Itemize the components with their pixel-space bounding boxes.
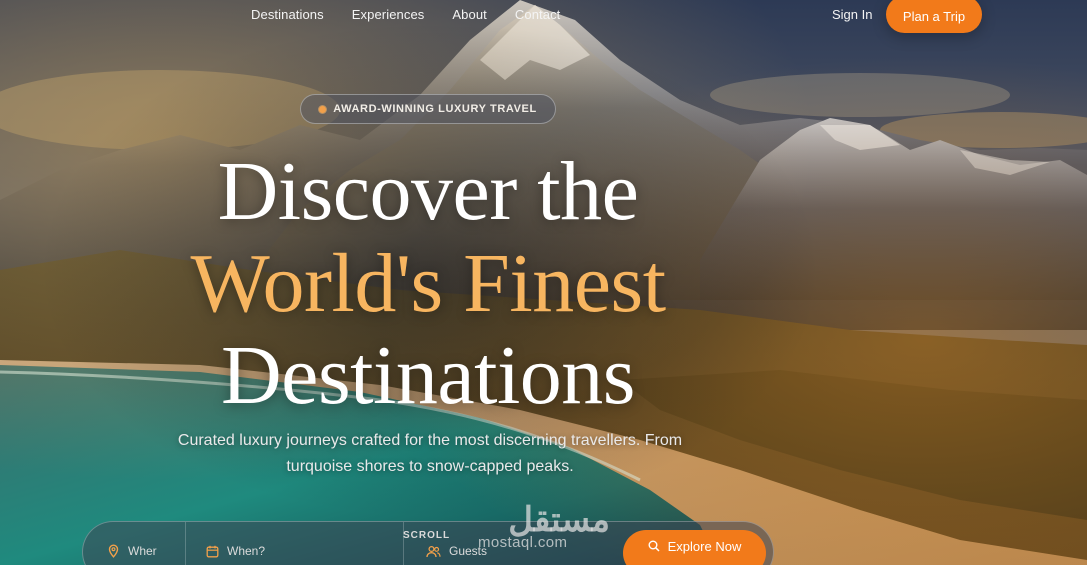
nav-link-contact[interactable]: Contact xyxy=(515,7,561,22)
search-bar: Wher When? Guests Explore Now xyxy=(82,521,774,565)
hero-subtitle: Curated luxury journeys crafted for the … xyxy=(177,432,683,475)
mostaql-watermark: مستقل mostaql.com xyxy=(476,500,616,556)
scroll-indicator[interactable]: SCROLL xyxy=(403,530,450,541)
when-placeholder: When? xyxy=(227,544,266,558)
when-field[interactable]: When? xyxy=(185,522,405,565)
where-placeholder: Wher xyxy=(128,544,157,558)
location-pin-icon xyxy=(107,544,120,558)
where-field[interactable]: Wher xyxy=(83,522,183,565)
sign-in-link[interactable]: Sign In xyxy=(832,7,872,22)
nav-links: Destinations Experiences About Contact xyxy=(251,7,560,22)
nav-link-destinations[interactable]: Destinations xyxy=(251,7,324,22)
search-icon xyxy=(648,540,660,552)
watermark-latin: mostaql.com xyxy=(478,534,568,551)
headline-line-1: Discover the xyxy=(217,145,639,238)
explore-now-label: Explore Now xyxy=(667,538,742,554)
hero-headline: Discover the World's Finest Destinations xyxy=(0,146,856,422)
plan-a-trip-button[interactable]: Plan a Trip xyxy=(886,0,982,33)
badge-label: AWARD-WINNING LUXURY TRAVEL xyxy=(333,103,537,115)
top-nav: Destinations Experiences About Contact S… xyxy=(0,0,1087,33)
users-icon xyxy=(426,545,441,558)
badge-dot-icon xyxy=(319,105,327,113)
calendar-icon xyxy=(206,545,219,558)
headline-line-3: Destinations xyxy=(221,329,635,422)
explore-now-button[interactable]: Explore Now xyxy=(623,530,766,565)
nav-link-experiences[interactable]: Experiences xyxy=(352,7,425,22)
nav-link-about[interactable]: About xyxy=(452,7,486,22)
award-badge: AWARD-WINNING LUXURY TRAVEL xyxy=(300,94,556,124)
headline-line-2: World's Finest xyxy=(190,237,666,330)
